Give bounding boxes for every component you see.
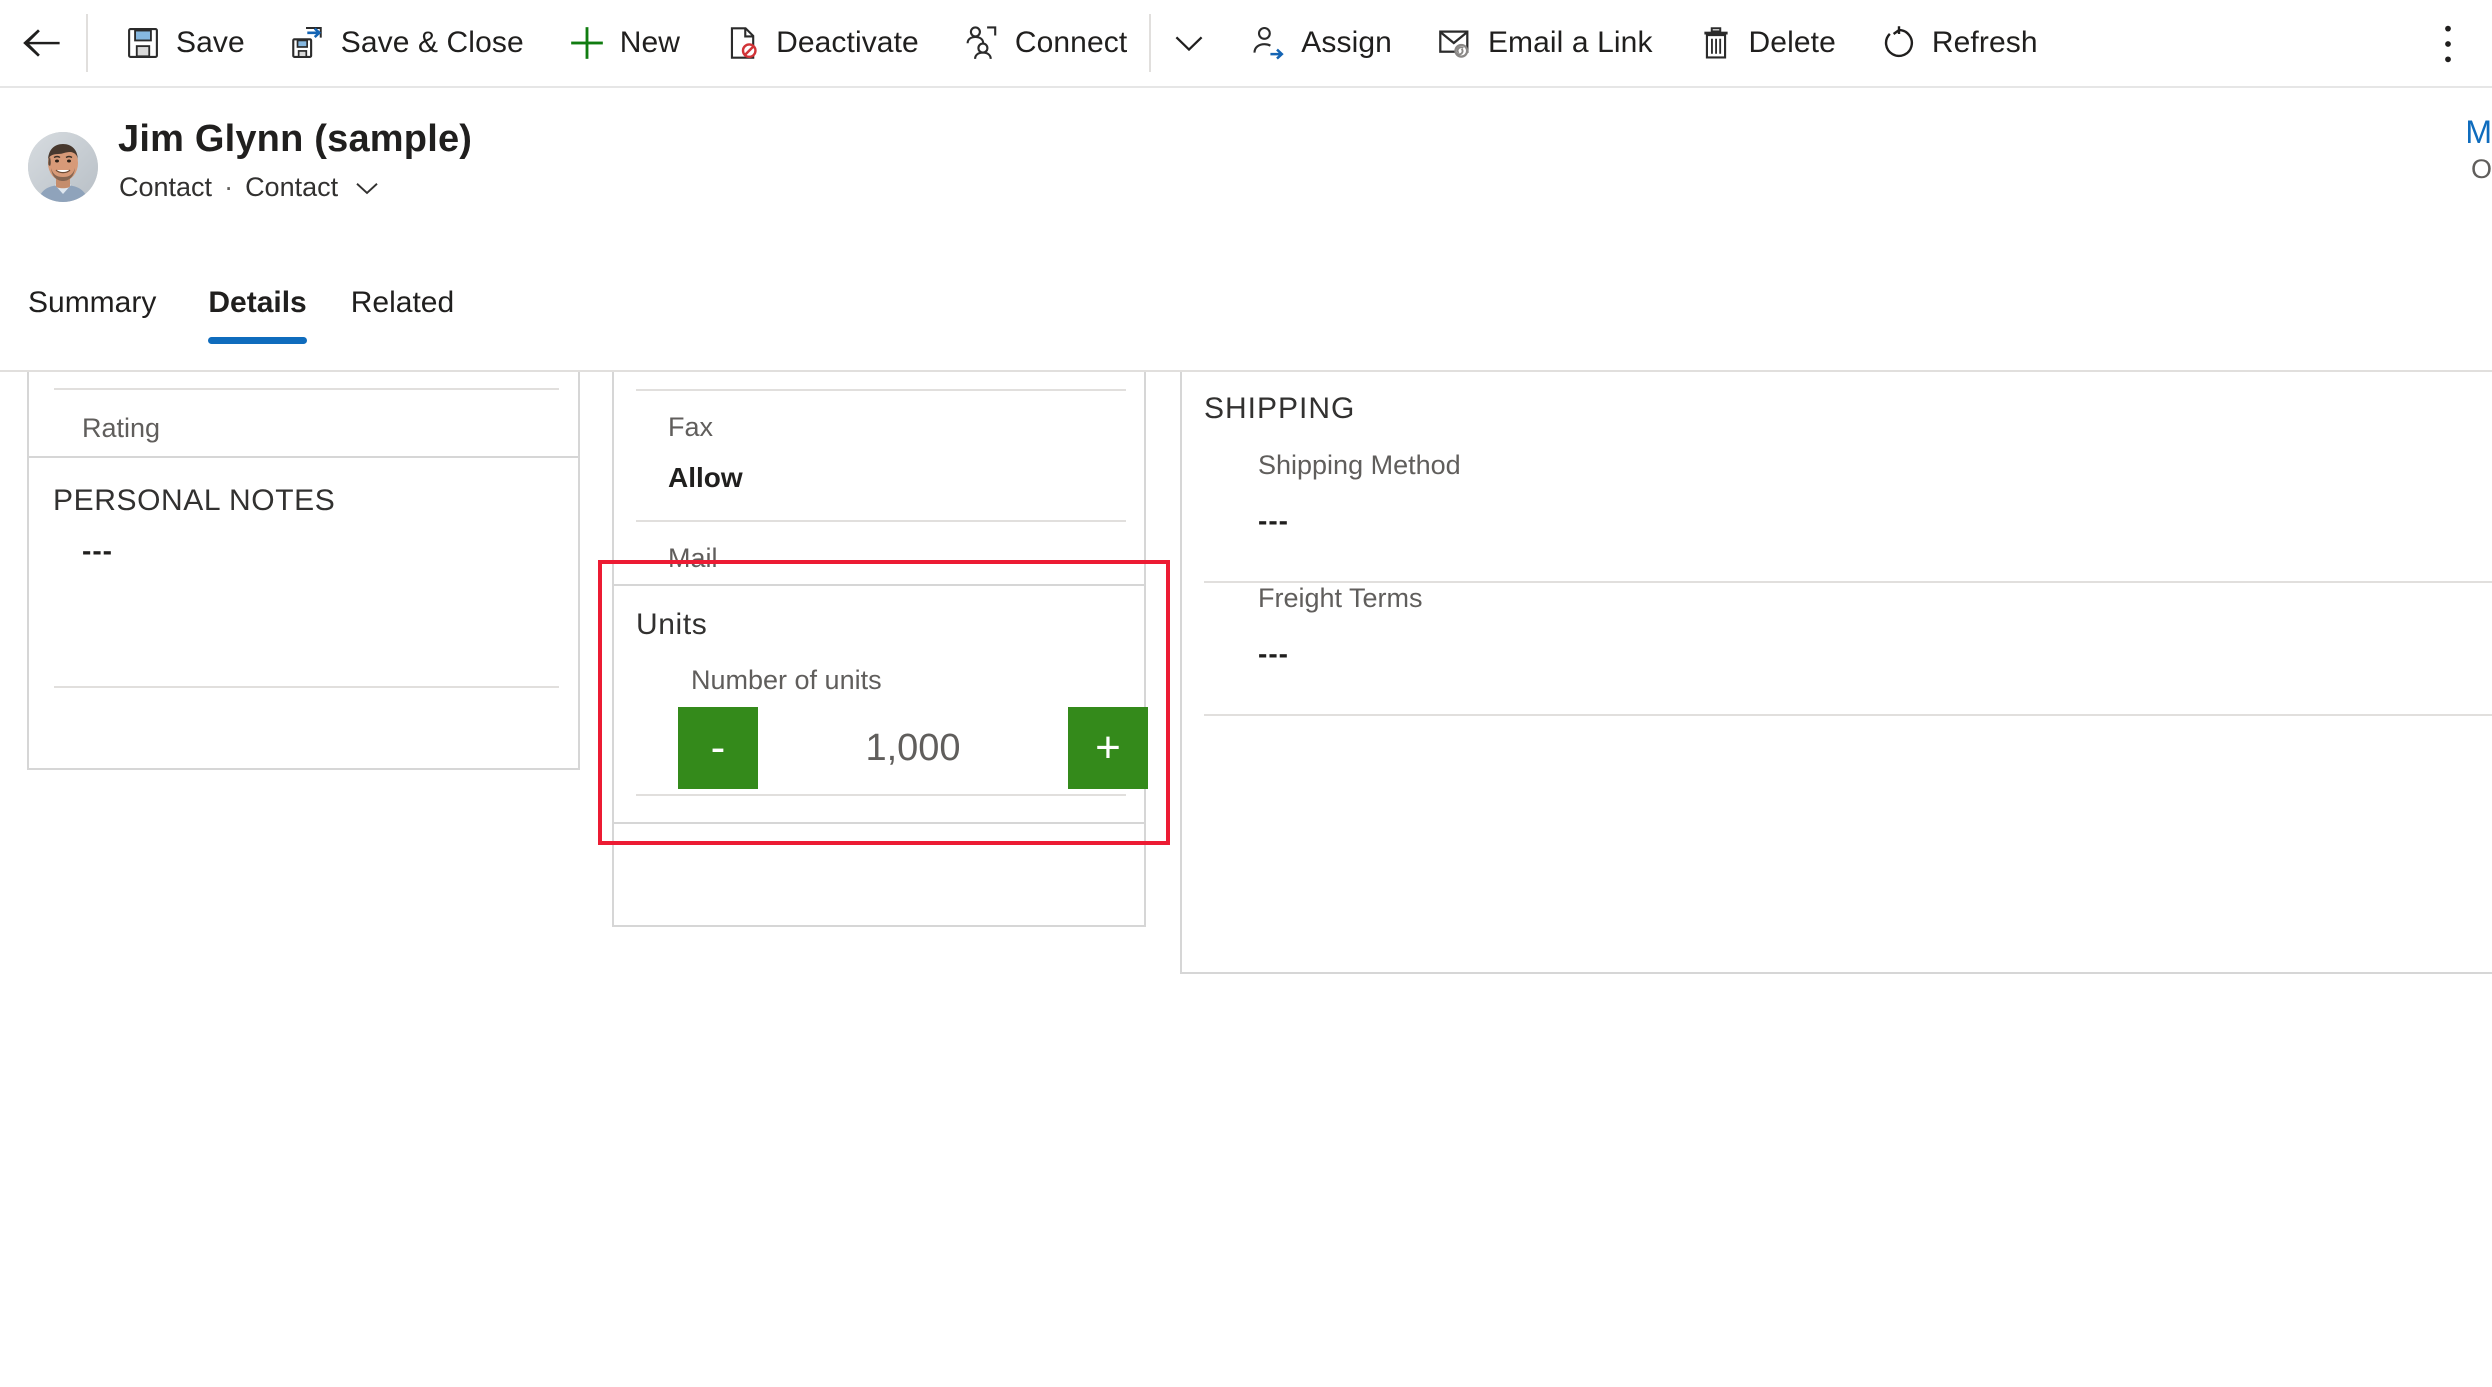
connect-people-icon [963, 24, 1001, 62]
page-title: Jim Glynn (sample) [118, 118, 473, 160]
arrow-left-icon [23, 29, 60, 57]
units-card: Units Number of units - 1,000 + [612, 584, 1148, 824]
save-and-close-icon [289, 24, 327, 62]
form-tab-list: Summary Details Related [0, 278, 2492, 372]
units-increment-label: + [1095, 723, 1121, 772]
shipping-method-label: Shipping Method [1258, 450, 1461, 480]
trash-icon [1697, 24, 1735, 62]
units-field-label: Number of units [691, 665, 882, 695]
units-value[interactable]: 1,000 [758, 727, 1068, 770]
shipping-section-title: SHIPPING [1204, 392, 1356, 425]
units-increment-button[interactable]: + [1068, 707, 1148, 789]
save-and-close-button-label: Save & Close [340, 26, 524, 59]
command-bar-overflow-button[interactable] [2418, 0, 2478, 88]
save-button[interactable]: Save [102, 0, 267, 87]
chevron-down-icon [1175, 36, 1203, 52]
more-vertical-icon [2445, 25, 2451, 63]
command-bar: Save Save & Close New Deactivate Connect… [0, 0, 2492, 88]
assign-button[interactable]: Assign [1227, 0, 1414, 87]
record-subline: Contact · Contact [119, 172, 382, 203]
email-link-icon [1436, 24, 1474, 62]
fax-field-label: Fax [668, 412, 714, 442]
back-button[interactable] [0, 0, 86, 87]
deactivate-button[interactable]: Deactivate [702, 0, 941, 87]
form-body: Rating PERSONAL NOTES --- Fax Allow Mail… [0, 372, 2492, 1387]
deactivate-icon [724, 24, 762, 62]
header-summary-value: M [2465, 114, 2492, 150]
tab-details-label: Details [208, 286, 307, 319]
record-subline-separator: · [224, 172, 234, 202]
shipping-method-field-row[interactable]: Shipping Method --- [1204, 450, 2492, 583]
avatar[interactable] [28, 132, 98, 202]
dynamics-contact-form: Save Save & Close New Deactivate Connect… [0, 0, 2492, 1387]
delete-button-label: Delete [1748, 26, 1836, 59]
personal-notes-section-title: PERSONAL NOTES [53, 484, 336, 517]
save-button-label: Save [176, 26, 245, 59]
units-stepper: - 1,000 + [678, 707, 1148, 789]
rating-field-label: Rating [82, 413, 161, 443]
tab-details[interactable]: Details [186, 278, 328, 368]
record-header: Jim Glynn (sample) Contact · Contact M O [0, 90, 2492, 278]
units-decrement-label: - [710, 723, 726, 772]
personal-notes-field-underline [54, 686, 559, 688]
connect-button[interactable]: Connect [941, 0, 1149, 87]
record-entity-type: Contact [119, 172, 213, 202]
fax-field-row[interactable]: Fax Allow [636, 389, 1126, 522]
personal-notes-value[interactable]: --- [82, 534, 113, 568]
command-bar-divider-left [86, 14, 88, 72]
personal-notes-card-visible: PERSONAL NOTES --- [27, 456, 580, 770]
connect-more-button[interactable] [1151, 0, 1227, 87]
form-selector-label[interactable]: Contact [245, 172, 338, 203]
tab-summary[interactable]: Summary [28, 278, 186, 368]
mail-field-label: Mail [668, 543, 718, 573]
new-button-label: New [619, 26, 681, 59]
units-field-row[interactable]: Number of units - 1,000 + [636, 664, 1148, 796]
deactivate-button-label: Deactivate [776, 26, 919, 59]
refresh-button[interactable]: Refresh [1858, 0, 2060, 87]
email-a-link-button[interactable]: Email a Link [1414, 0, 1675, 87]
plus-icon [568, 24, 606, 62]
tab-related-label: Related [350, 286, 455, 319]
freight-terms-value[interactable]: --- [1258, 637, 1289, 671]
header-summary-label: O [2470, 154, 2492, 184]
fax-field-value[interactable]: Allow [668, 461, 743, 495]
new-button[interactable]: New [546, 0, 702, 87]
assign-user-icon [1249, 24, 1287, 62]
refresh-icon [1880, 24, 1918, 62]
assign-button-label: Assign [1301, 26, 1392, 59]
freight-terms-field-row[interactable]: Freight Terms --- [1204, 583, 2492, 716]
shipping-card: SHIPPING Shipping Method --- Freight Ter… [1180, 372, 2492, 974]
freight-terms-label: Freight Terms [1258, 583, 1423, 613]
save-and-close-button[interactable]: Save & Close [267, 0, 546, 87]
tab-summary-label: Summary [28, 286, 157, 319]
shipping-method-value[interactable]: --- [1258, 504, 1289, 538]
header-summary-panel: M O [2372, 112, 2492, 187]
tab-related[interactable]: Related [329, 278, 476, 368]
chevron-down-icon [356, 182, 378, 194]
units-section-title: Units [636, 608, 708, 641]
delete-button[interactable]: Delete [1675, 0, 1858, 87]
email-a-link-button-label: Email a Link [1487, 26, 1653, 59]
form-selector-button[interactable] [352, 173, 382, 203]
connect-button-label: Connect [1014, 26, 1128, 59]
save-icon [124, 24, 162, 62]
refresh-button-label: Refresh [1931, 26, 2038, 59]
units-decrement-button[interactable]: - [678, 707, 758, 789]
